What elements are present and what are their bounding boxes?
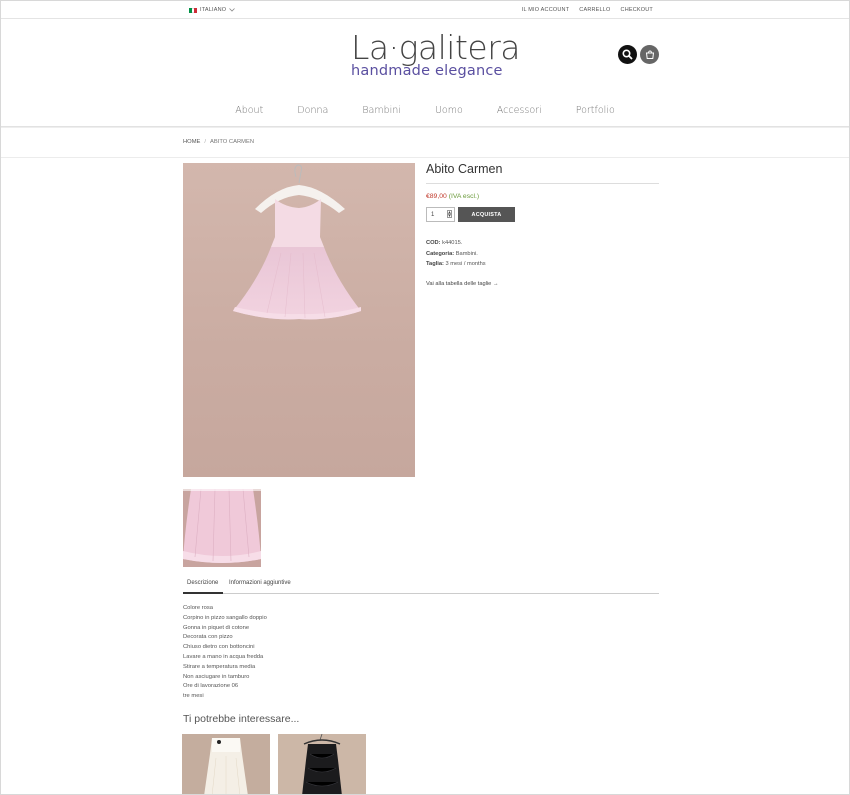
description-line: Lavare a mano in acqua fredda <box>183 653 264 660</box>
main-nav: About Donna Bambini Uomo Accessori Portf… <box>1 105 849 116</box>
tab-description[interactable]: Descrizione <box>183 580 223 594</box>
nav-item-about[interactable]: About <box>218 105 280 116</box>
price-amount: €89,00 <box>426 193 447 200</box>
logo-wordmark: La·galitera <box>351 28 521 67</box>
size-chart-link[interactable]: Vai alla tabella delle taglie → <box>426 281 499 287</box>
logo-tagline: handmade elegance <box>351 63 503 79</box>
sku-value: k44015. <box>442 240 463 246</box>
description-line: Stirare a temperatura media <box>183 663 256 670</box>
size-row: Taglia: 3 mesi / months <box>426 259 486 270</box>
quantity-value: 1 <box>431 211 435 218</box>
language-label: ITALIANO <box>200 7 227 13</box>
cart-icon <box>645 50 654 59</box>
language-selector[interactable]: ITALIANO <box>189 7 236 13</box>
product-description: Colore rosa Corpino in pizzo sangallo do… <box>183 604 267 702</box>
category-row: Categoria: Bambini. <box>426 249 486 260</box>
sku-row: COD: k44015. <box>426 238 486 249</box>
checkout-link[interactable]: CHECKOUT <box>621 7 653 13</box>
product-main-image[interactable] <box>183 163 415 477</box>
white-dress-photo <box>204 738 248 794</box>
quantity-stepper[interactable]: 1 ▴ ▾ <box>426 207 455 222</box>
cart-link[interactable]: CARRELLO <box>579 7 610 13</box>
my-account-link[interactable]: IL MIO ACCOUNT <box>522 7 570 13</box>
product-tabs: Descrizione Informazioni aggiuntive <box>183 579 659 594</box>
breadcrumb-divider <box>1 157 849 158</box>
title-divider <box>426 183 659 184</box>
category-link[interactable]: Bambini. <box>456 251 478 257</box>
nav-item-uomo[interactable]: Uomo <box>418 105 480 116</box>
product-thumbnail[interactable] <box>183 489 261 567</box>
product-meta: COD: k44015. Categoria: Bambini. Taglia:… <box>426 238 486 270</box>
decrement-icon[interactable]: ▾ <box>447 214 452 218</box>
description-line: tre mesi <box>183 693 204 700</box>
account-links: IL MIO ACCOUNT CARRELLO CHECKOUT <box>522 7 653 13</box>
product-price: €89,00 (IVA escl.) <box>426 193 479 200</box>
dress-thumbnail-photo <box>183 489 261 567</box>
nav-item-portfolio[interactable]: Portfolio <box>559 105 632 116</box>
site-logo[interactable]: La·galitera handmade elegance <box>351 28 521 79</box>
description-line: Non asciugare in tamburo <box>183 673 250 680</box>
description-line: Ore di lavorazione 06 <box>183 683 239 690</box>
breadcrumb-home[interactable]: HOME <box>183 139 200 145</box>
buy-button[interactable]: ACQUISTA <box>458 207 515 222</box>
related-product-image[interactable] <box>182 734 270 794</box>
category-label: Categoria: <box>426 250 455 257</box>
description-line: Chiuso dietro con bottoncini <box>183 644 255 651</box>
tab-additional-info[interactable]: Informazioni aggiuntive <box>229 580 291 586</box>
chevron-down-icon <box>229 8 236 12</box>
sku-label: COD: <box>426 240 441 246</box>
cart-button[interactable] <box>640 45 659 64</box>
description-line: Gonna in piquet di cotone <box>183 624 250 631</box>
search-icon <box>622 49 633 60</box>
quantity-spinner[interactable]: ▴ ▾ <box>447 210 452 218</box>
related-products-title: Ti potrebbe interessare... <box>183 713 300 725</box>
description-line: Decorata con pizzo <box>183 634 233 641</box>
search-button[interactable] <box>618 45 637 64</box>
breadcrumb-separator: / <box>204 139 207 145</box>
description-line: Colore rosa <box>183 605 213 611</box>
top-bar: ITALIANO IL MIO ACCOUNT CARRELLO CHECKOU… <box>1 1 849 19</box>
nav-item-accessori[interactable]: Accessori <box>480 105 559 116</box>
breadcrumb: HOME / ABITO CARMEN <box>183 139 254 145</box>
size-label: Taglia: <box>426 261 444 267</box>
tax-note: (IVA escl.) <box>448 193 480 200</box>
dress-photo <box>233 164 361 320</box>
page-frame: ITALIANO IL MIO ACCOUNT CARRELLO CHECKOU… <box>0 0 850 795</box>
description-line: Corpino in pizzo sangallo doppio <box>183 614 267 621</box>
nav-item-bambini[interactable]: Bambini <box>345 105 418 116</box>
size-value: 3 mesi / months <box>445 261 486 267</box>
nav-divider <box>1 126 849 128</box>
nav-item-donna[interactable]: Donna <box>280 105 345 116</box>
product-title: Abito Carmen <box>426 162 503 176</box>
italy-flag-icon <box>189 7 198 13</box>
related-product-image[interactable] <box>278 734 366 794</box>
black-dress-photo <box>302 734 342 794</box>
breadcrumb-current: ABITO CARMEN <box>210 139 255 145</box>
